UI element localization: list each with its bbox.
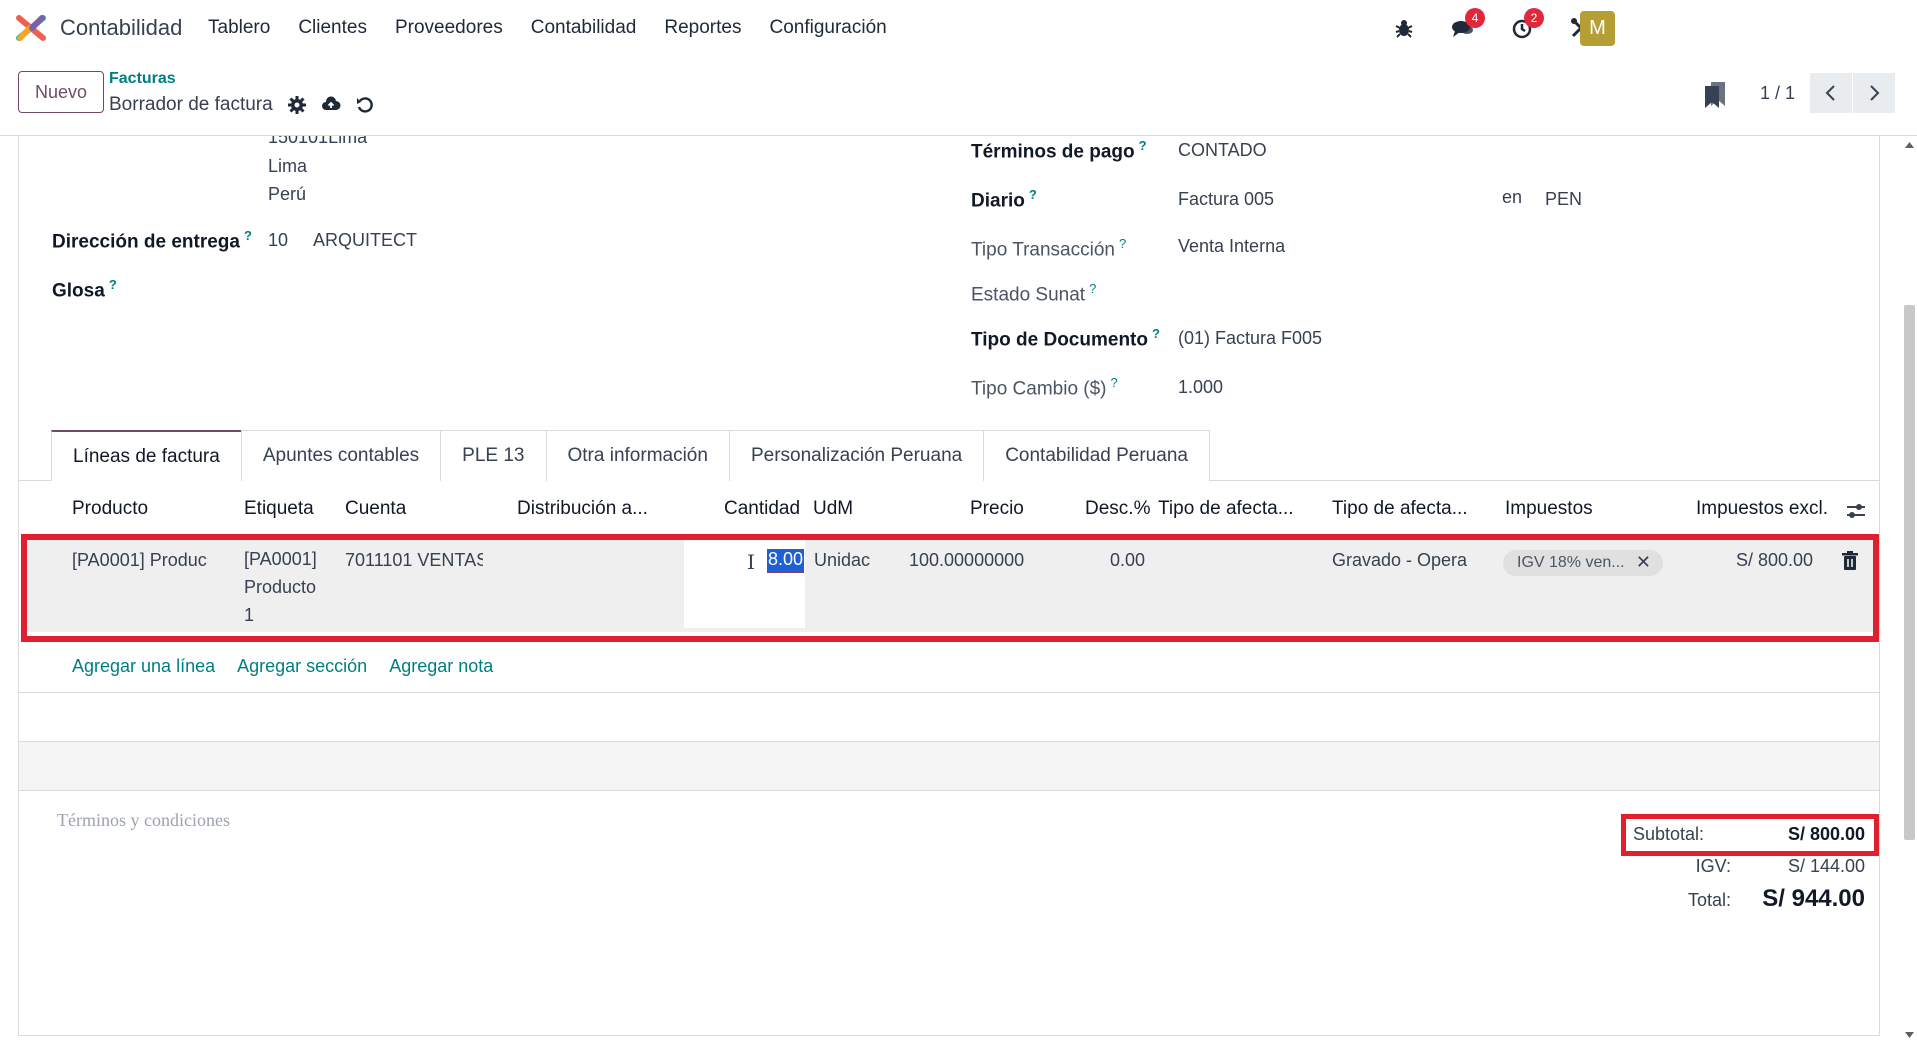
exchange-rate-value[interactable]: 1.000: [1178, 377, 1223, 398]
tab-invoice-lines[interactable]: Líneas de factura: [51, 430, 242, 481]
document-type-label: Tipo de Documento?: [971, 326, 1160, 351]
discard-undo-icon[interactable]: [355, 95, 375, 115]
delivery-address-label: Dirección de entrega?: [52, 228, 252, 253]
messages-badge: 4: [1465, 8, 1485, 28]
help-tooltip-icon[interactable]: ?: [1139, 138, 1147, 153]
column-header-label[interactable]: Etiqueta: [244, 498, 314, 520]
help-tooltip-icon[interactable]: ?: [109, 277, 117, 292]
menu-item-proveedores[interactable]: Proveedores: [395, 17, 503, 39]
add-line-links: Agregar una línea Agregar sección Agrega…: [72, 656, 493, 677]
help-tooltip-icon[interactable]: ?: [1089, 281, 1096, 296]
scroll-up-arrow-icon[interactable]: [1904, 140, 1915, 150]
column-header-quantity[interactable]: Cantidad: [724, 498, 800, 520]
glosa-label: Glosa?: [52, 277, 117, 302]
help-tooltip-icon[interactable]: ?: [1029, 187, 1037, 202]
help-tooltip-icon[interactable]: ?: [1111, 375, 1118, 390]
pager-previous-button[interactable]: [1810, 73, 1852, 113]
sunat-status-label: Estado Sunat?: [971, 281, 1097, 306]
control-panel: Nuevo Facturas Borrador de factura 1 / 1: [0, 56, 1917, 136]
optional-columns-sliders-icon[interactable]: [1845, 500, 1867, 522]
table-footer-band: [19, 742, 1879, 790]
journal-value[interactable]: Factura 005: [1178, 189, 1274, 210]
menu-item-configuracion[interactable]: Configuración: [769, 17, 886, 39]
menu-item-contabilidad[interactable]: Contabilidad: [531, 17, 637, 39]
journal-label: Diario?: [971, 187, 1037, 212]
messages-icon[interactable]: 4: [1443, 8, 1485, 46]
user-avatar[interactable]: M: [1580, 11, 1615, 46]
exchange-rate-label: Tipo Cambio ($)?: [971, 375, 1118, 400]
invoice-form-sheet: 150101Lima Lima Perú Dirección de entreg…: [18, 136, 1880, 1036]
add-line-link[interactable]: Agregar una línea: [72, 656, 215, 677]
column-header-discount[interactable]: Desc.%: [1085, 498, 1150, 520]
pager-value[interactable]: 1 / 1: [1760, 83, 1795, 104]
terms-conditions-field[interactable]: Términos y condiciones: [57, 810, 230, 831]
partner-address-line-3: Perú: [268, 184, 307, 204]
tab-peruvian-customization[interactable]: Personalización Peruana: [728, 430, 985, 481]
delivery-address-name[interactable]: ARQUITECT: [313, 230, 417, 251]
cloud-save-icon[interactable]: [321, 95, 341, 115]
top-navbar: Contabilidad Tablero Clientes Proveedore…: [0, 0, 1917, 56]
notebook-tabs: Líneas de factura Apuntes contables PLE …: [51, 430, 1210, 481]
column-header-uom[interactable]: UdM: [813, 498, 853, 520]
column-header-price[interactable]: Precio: [970, 498, 1024, 520]
partner-address-line-1: 150101Lima: [268, 136, 368, 147]
new-button[interactable]: Nuevo: [18, 71, 104, 113]
app-name[interactable]: Contabilidad: [60, 15, 182, 41]
partner-address-line-2: Lima: [268, 156, 308, 176]
chevron-right-icon: [1870, 85, 1880, 101]
column-header-subtotal[interactable]: Impuestos excl.: [1696, 498, 1828, 520]
igv-label: IGV:: [1695, 856, 1731, 876]
transaction-type-label: Tipo Transacción?: [971, 236, 1127, 261]
transaction-type-value[interactable]: Venta Interna: [1178, 236, 1285, 257]
table-divider: [19, 790, 1879, 791]
tab-ple-13[interactable]: PLE 13: [440, 430, 547, 481]
breadcrumb-facturas[interactable]: Facturas: [109, 70, 176, 88]
menu-item-reportes[interactable]: Reportes: [664, 17, 741, 39]
column-header-product[interactable]: Producto: [72, 498, 148, 520]
highlight-frame-subtotal: [1621, 814, 1879, 856]
add-section-link[interactable]: Agregar sección: [237, 656, 367, 677]
gear-icon[interactable]: [287, 95, 307, 115]
delivery-address-code[interactable]: 10: [268, 230, 288, 251]
add-note-link[interactable]: Agregar nota: [389, 656, 493, 677]
chevron-left-icon: [1825, 85, 1835, 101]
debug-bug-icon[interactable]: [1384, 10, 1424, 46]
main-menu: Tablero Clientes Proveedores Contabilida…: [208, 17, 887, 39]
record-title-row: Borrador de factura: [109, 94, 375, 116]
column-header-account[interactable]: Cuenta: [345, 498, 406, 520]
tab-journal-items[interactable]: Apuntes contables: [240, 430, 442, 481]
currency-prefix: en: [1502, 187, 1523, 207]
column-header-affect-type-1[interactable]: Tipo de afecta...: [1158, 498, 1298, 520]
activities-clock-icon[interactable]: 2: [1502, 8, 1544, 46]
menu-item-tablero[interactable]: Tablero: [208, 17, 270, 39]
payment-terms-value[interactable]: CONTADO: [1178, 140, 1267, 161]
total-value: S/ 944.00: [1762, 885, 1865, 912]
scroll-down-arrow-icon[interactable]: [1904, 1030, 1915, 1040]
help-tooltip-icon[interactable]: ?: [1152, 326, 1160, 341]
tab-peruvian-accounting[interactable]: Contabilidad Peruana: [983, 430, 1210, 481]
currency-value[interactable]: PEN: [1545, 189, 1582, 210]
activities-badge: 2: [1524, 8, 1544, 28]
scrollbar-thumb[interactable]: [1904, 305, 1915, 840]
record-title: Borrador de factura: [109, 94, 273, 115]
column-header-distribution[interactable]: Distribución a...: [517, 498, 667, 520]
highlight-frame-row: [21, 534, 1879, 642]
help-tooltip-icon[interactable]: ?: [244, 228, 252, 243]
column-header-affect-type-2[interactable]: Tipo de afecta...: [1332, 498, 1472, 520]
bookmark-icon[interactable]: [1703, 80, 1727, 108]
help-tooltip-icon[interactable]: ?: [1119, 236, 1126, 251]
table-divider: [19, 692, 1879, 693]
column-header-taxes[interactable]: Impuestos: [1505, 498, 1593, 520]
payment-terms-label: Términos de pago?: [971, 138, 1147, 163]
accounting-app-icon[interactable]: [16, 14, 46, 42]
pager-next-button[interactable]: [1853, 73, 1895, 113]
tab-other-info[interactable]: Otra información: [545, 430, 730, 481]
document-type-value[interactable]: (01) Factura F005: [1178, 328, 1322, 349]
igv-value: S/ 144.00: [1787, 856, 1865, 876]
menu-item-clientes[interactable]: Clientes: [298, 17, 367, 39]
